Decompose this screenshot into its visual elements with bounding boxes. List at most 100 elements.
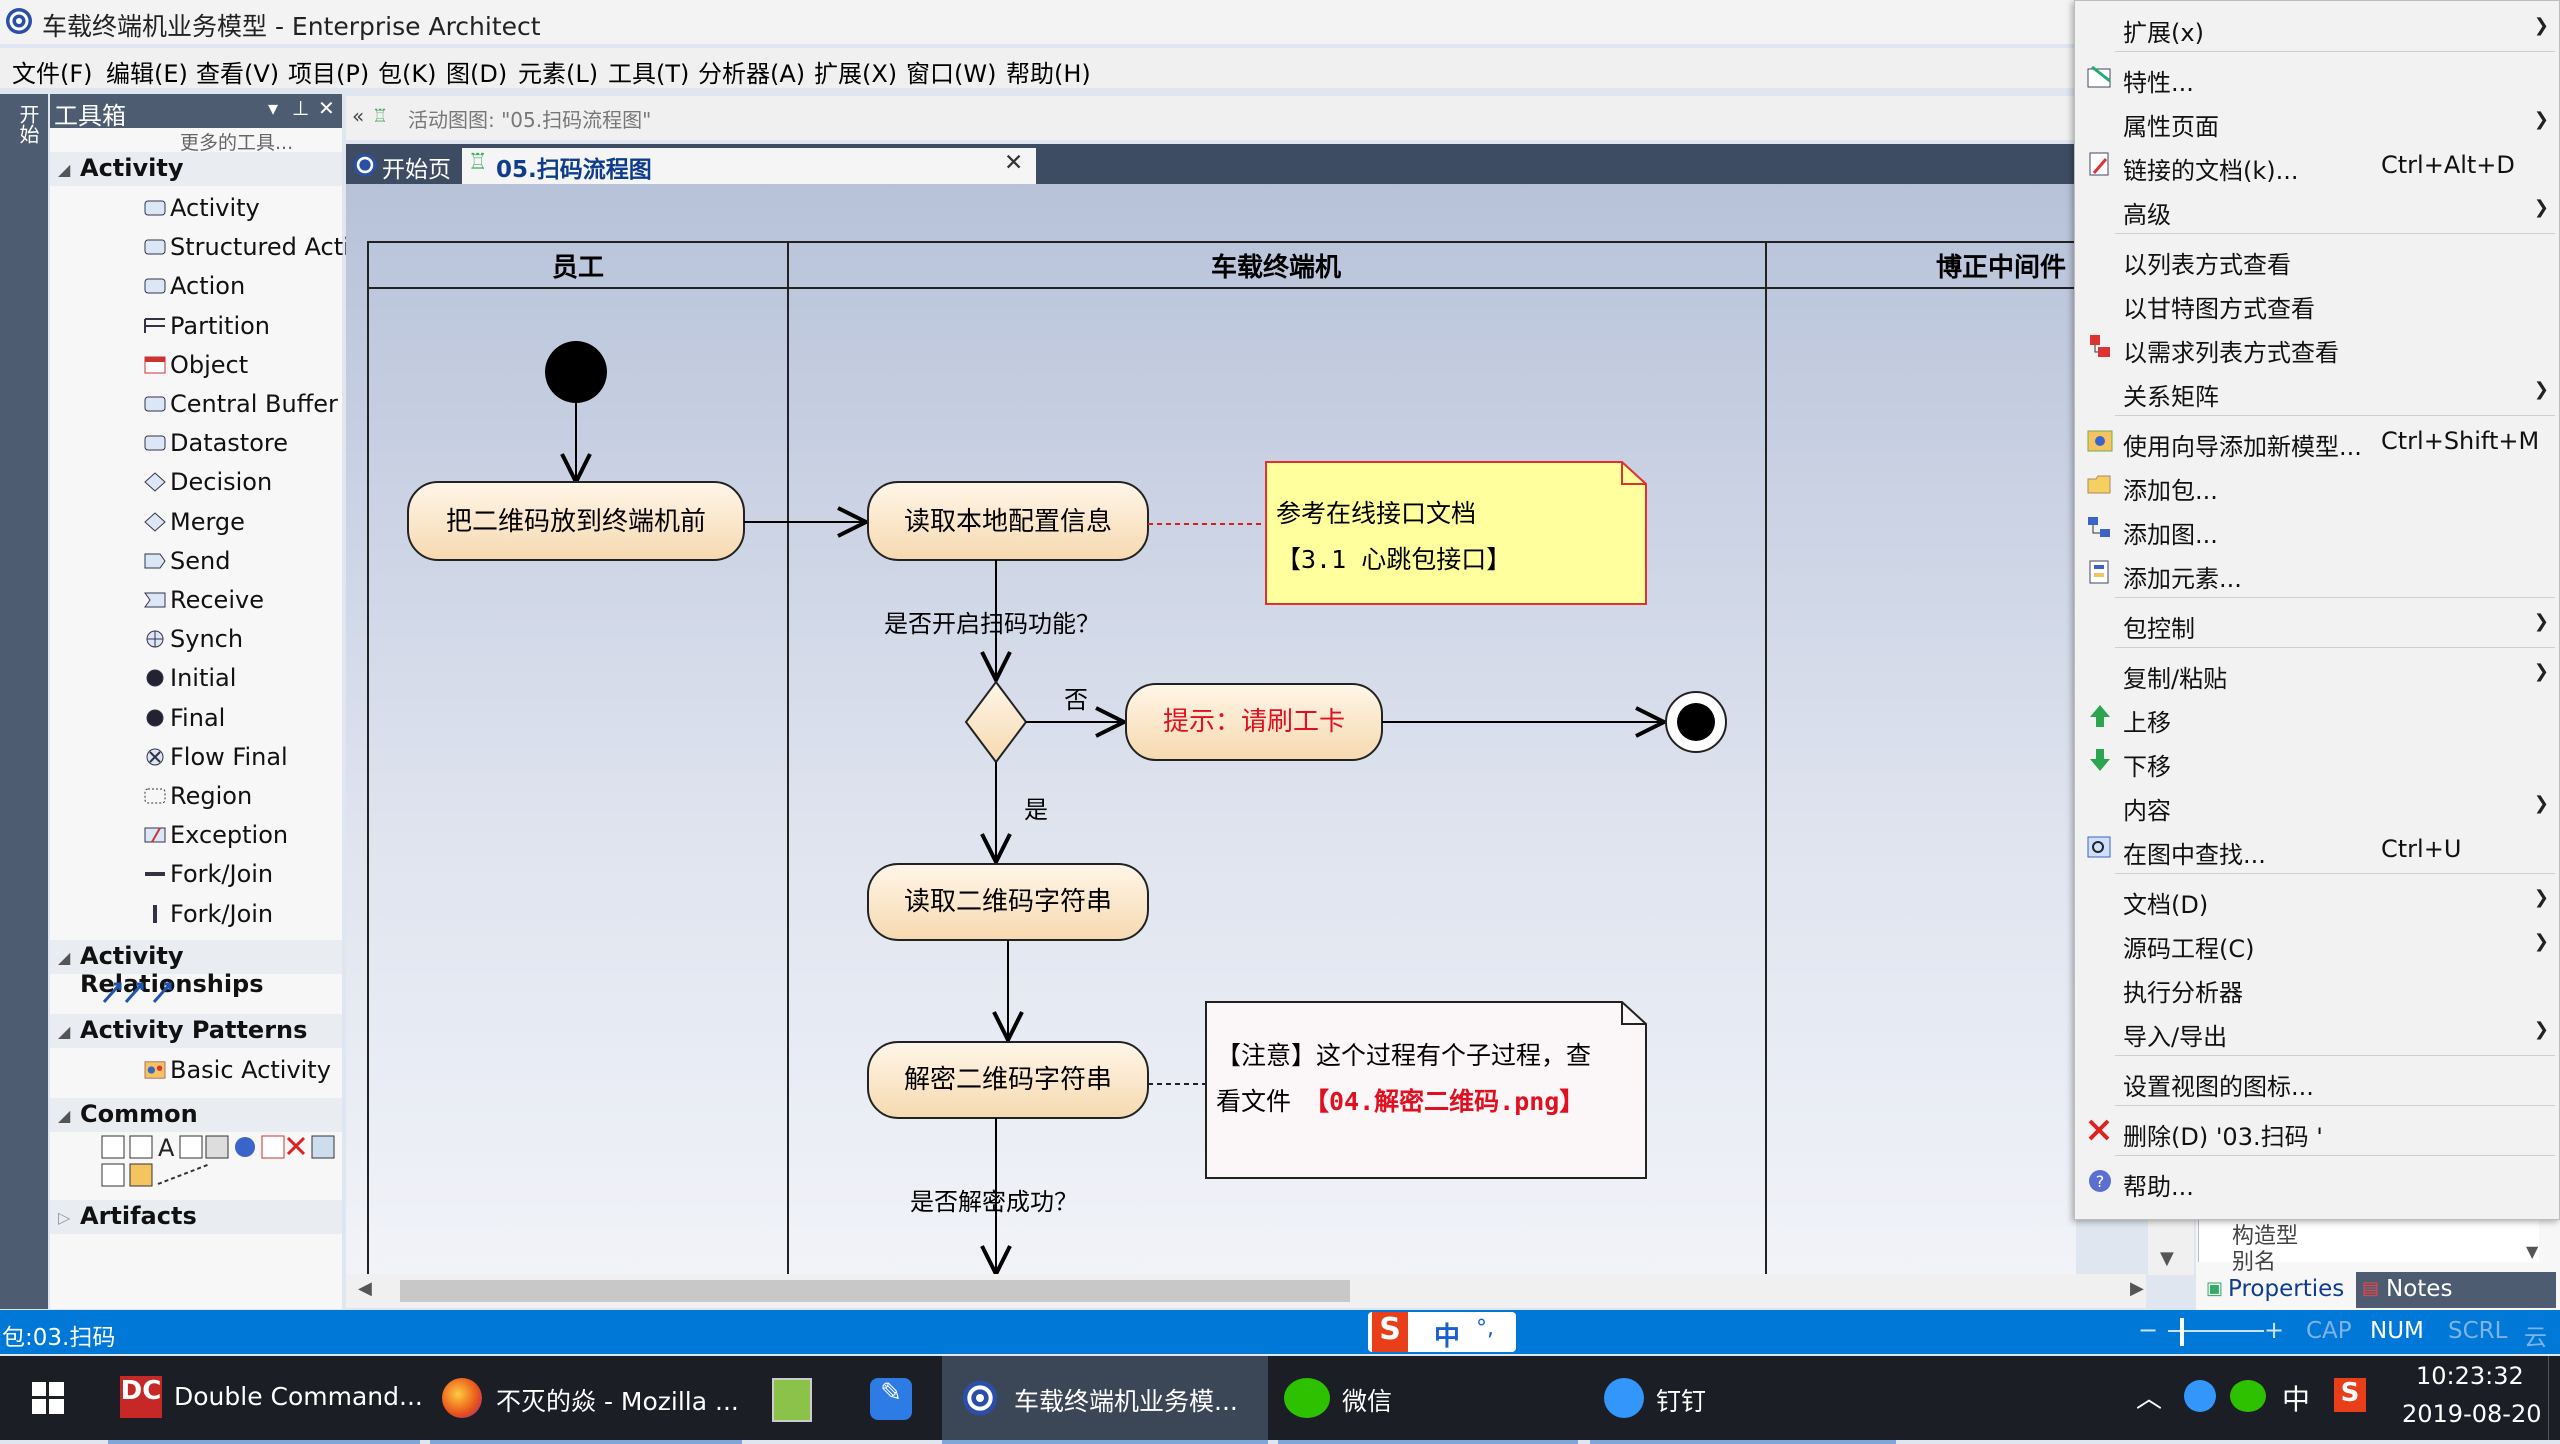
clock-time[interactable]: 10:23:32 xyxy=(2416,1362,2524,1390)
menu-window[interactable]: 窗口(W) xyxy=(906,54,996,89)
tool-flow-final[interactable]: Flow Final xyxy=(90,739,340,777)
toolbox-group-activity-relationships[interactable]: ◢ Activity Relationships xyxy=(50,940,342,998)
ctx-item-20[interactable]: 上移 xyxy=(2075,695,2559,739)
menu-package[interactable]: 包(K) xyxy=(378,54,436,89)
tool-merge[interactable]: Merge xyxy=(90,504,340,542)
action-read-qr[interactable]: 读取二维码字符串 xyxy=(867,863,1149,941)
more-tools-link[interactable]: 更多的工具... xyxy=(180,128,293,155)
ctx-item-13[interactable]: 添加包... xyxy=(2075,463,2559,507)
action-prompt[interactable]: 提示：请刷工卡 xyxy=(1125,683,1383,761)
zoom-out-button[interactable]: − xyxy=(2138,1316,2158,1344)
tool-initial[interactable]: Initial xyxy=(90,660,340,698)
ime-lang[interactable]: 中 xyxy=(1434,1316,1460,1353)
tool-decision[interactable]: Decision xyxy=(90,464,340,502)
ctx-item-8[interactable]: 以甘特图方式查看 xyxy=(2075,281,2559,325)
menu-element[interactable]: 元素(L) xyxy=(518,54,598,89)
tray-dingtalk-icon[interactable] xyxy=(2184,1380,2216,1412)
menu-extensions[interactable]: 扩展(X) xyxy=(814,54,897,89)
ctx-item-19[interactable]: 复制/粘贴 ❯ xyxy=(2075,651,2559,695)
ctx-item-0[interactable]: 扩展(x) ❯ xyxy=(2075,5,2559,49)
ctx-item-27[interactable]: 执行分析器 xyxy=(2075,965,2559,1009)
show-desktop-button[interactable] xyxy=(2548,1356,2560,1440)
taskbar-item-enterprise-architect[interactable]: 车载终端机业务模... xyxy=(942,1356,1268,1444)
ctx-item-2[interactable]: 特性... xyxy=(2075,55,2559,99)
taskbar-item-double-commander[interactable]: DC Double Command... xyxy=(108,1356,423,1444)
ctx-item-28[interactable]: 导入/导出 ❯ xyxy=(2075,1009,2559,1053)
ctx-item-4[interactable]: 链接的文档(k)... Ctrl+Alt+D xyxy=(2075,143,2559,187)
ctx-item-17[interactable]: 包控制 ❯ xyxy=(2075,601,2559,645)
menu-tools[interactable]: 工具(T) xyxy=(608,54,689,89)
start-strip[interactable]: 开始 xyxy=(0,94,48,1309)
tab-properties[interactable]: ▣ Properties xyxy=(2202,1272,2352,1308)
toolbox-group-activity-patterns[interactable]: ◢ Activity Patterns xyxy=(50,1014,342,1048)
scroll-thumb[interactable] xyxy=(400,1280,1350,1302)
final-node[interactable] xyxy=(1665,691,1727,753)
action-decrypt[interactable]: 解密二维码字符串 xyxy=(867,1041,1149,1119)
scroll-left-icon[interactable]: ◀ xyxy=(358,1278,372,1299)
menu-edit[interactable]: 编辑(E) xyxy=(106,54,188,89)
tool-basic-activity[interactable]: Basic Activity xyxy=(90,1052,340,1090)
ctx-item-32[interactable]: 删除(D) '03.扫码 ' xyxy=(2075,1109,2559,1153)
ctx-item-30[interactable]: 设置视图的图标... xyxy=(2075,1059,2559,1103)
tray-expand-icon[interactable]: ︿ xyxy=(2136,1378,2162,1415)
tool-structured-activity[interactable]: Structured Activity xyxy=(90,229,394,267)
ctx-item-21[interactable]: 下移 xyxy=(2075,739,2559,783)
menu-project[interactable]: 项目(P) xyxy=(288,54,369,89)
tool-region[interactable]: Region xyxy=(90,778,340,816)
tool-datastore[interactable]: Datastore xyxy=(90,425,340,463)
tool-action[interactable]: Action xyxy=(90,268,340,306)
tool-activity[interactable]: Activity xyxy=(90,190,340,228)
pin-icon[interactable]: ⊥ xyxy=(292,96,309,120)
windows-start-icon[interactable] xyxy=(32,1382,64,1414)
ime-toolbar[interactable]: S 中 °, xyxy=(1368,1312,1516,1352)
tab-notes[interactable]: ▤ Notes xyxy=(2356,1272,2556,1308)
tab-start-page[interactable]: 开始页 xyxy=(346,148,460,184)
back-button[interactable]: « xyxy=(352,104,364,128)
menu-help[interactable]: 帮助(H) xyxy=(1006,54,1091,89)
menu-view[interactable]: 查看(V) xyxy=(196,54,279,89)
taskbar-item-notepad[interactable] xyxy=(760,1356,820,1440)
ctx-item-3[interactable]: 属性页面 ❯ xyxy=(2075,99,2559,143)
tray-sogou-icon[interactable]: S xyxy=(2334,1378,2366,1412)
tool-exception[interactable]: Exception xyxy=(90,817,340,855)
zoom-in-button[interactable]: + xyxy=(2264,1316,2284,1344)
decision-node[interactable] xyxy=(964,680,1028,764)
menu-diagram[interactable]: 图(D) xyxy=(446,54,507,89)
horizontal-scrollbar[interactable]: ◀ ▶ xyxy=(346,1274,2146,1308)
ctx-item-12[interactable]: 使用向导添加新模型... Ctrl+Shift+M xyxy=(2075,419,2559,463)
toolbox-group-activity[interactable]: ◢ Activity xyxy=(50,152,342,186)
ctx-item-34[interactable]: ? 帮助... xyxy=(2075,1159,2559,1203)
common-tools-icons[interactable]: A xyxy=(100,1134,340,1190)
taskbar-item-editor[interactable]: ✎ xyxy=(860,1356,920,1440)
ctx-item-25[interactable]: 文档(D) ❯ xyxy=(2075,877,2559,921)
ctx-item-14[interactable]: 添加图... xyxy=(2075,507,2559,551)
zoom-slider-thumb[interactable] xyxy=(2180,1318,2184,1346)
taskbar-item-wechat[interactable]: 微信 xyxy=(1278,1356,1578,1444)
tray-ime-lang[interactable]: 中 xyxy=(2282,1378,2310,1418)
tab-close-icon[interactable]: ✕ xyxy=(1004,150,1023,176)
tool-synch[interactable]: Synch xyxy=(90,621,340,659)
ctx-item-22[interactable]: 内容 ❯ xyxy=(2075,783,2559,827)
ctx-item-15[interactable]: 添加元素... xyxy=(2075,551,2559,595)
note-decrypt-subprocess[interactable]: 【注意】这个过程有个子过程，查 看文件 【04.解密二维码.png】 xyxy=(1205,1001,1647,1179)
menu-file[interactable]: 文件(F) xyxy=(12,54,93,89)
ctx-item-9[interactable]: 以需求列表方式查看 xyxy=(2075,325,2559,369)
tray-wechat-icon[interactable] xyxy=(2230,1380,2266,1412)
tool-central-buffer-nod[interactable]: Central Buffer Nod xyxy=(90,386,393,424)
tool-fork-join[interactable]: Fork/Join xyxy=(90,896,340,934)
ctx-item-23[interactable]: 在图中查找... Ctrl+U xyxy=(2075,827,2559,871)
clock-date[interactable]: 2019-08-20 xyxy=(2402,1400,2541,1428)
ime-punct[interactable]: °, xyxy=(1476,1316,1494,1341)
tool-final[interactable]: Final xyxy=(90,700,340,738)
close-icon[interactable]: ✕ xyxy=(318,96,335,120)
dropdown-icon[interactable]: ▾ xyxy=(268,96,278,120)
note-interface-doc[interactable]: 参考在线接口文档 【3.1 心跳包接口】 xyxy=(1265,461,1647,605)
tab-scan-flow-diagram[interactable]: ♖ 05.扫码流程图 ✕ xyxy=(462,148,1036,184)
tool-partition[interactable]: Partition xyxy=(90,308,340,346)
ctx-item-26[interactable]: 源码工程(C) ❯ xyxy=(2075,921,2559,965)
menu-analyzer[interactable]: 分析器(A) xyxy=(698,54,805,89)
tool-receive[interactable]: Receive xyxy=(90,582,340,620)
ctx-item-5[interactable]: 高级 ❯ xyxy=(2075,187,2559,231)
action-read-config[interactable]: 读取本地配置信息 xyxy=(867,481,1149,561)
tool-object[interactable]: Object xyxy=(90,347,340,385)
